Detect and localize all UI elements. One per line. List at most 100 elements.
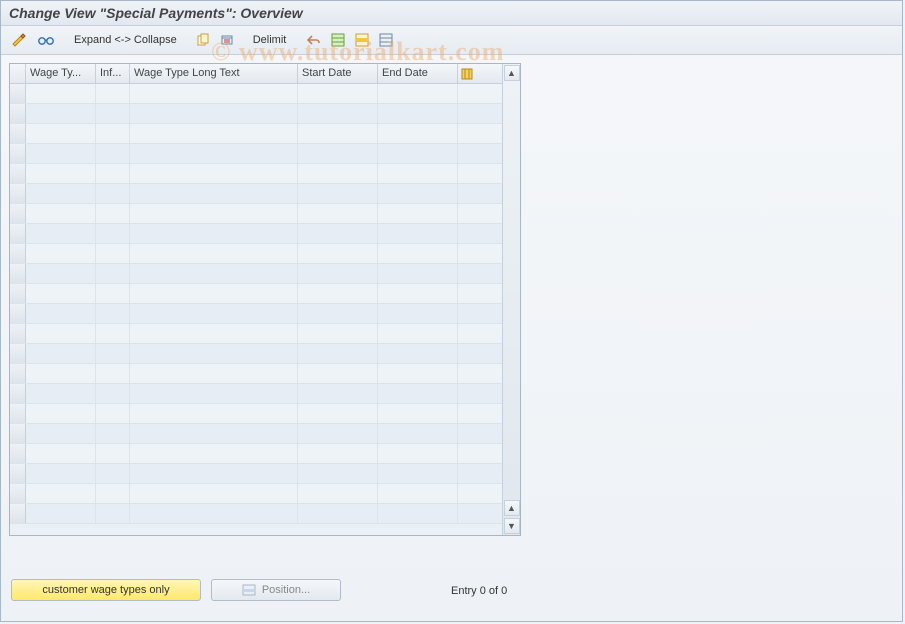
cell-inf[interactable] [96, 464, 130, 483]
cell-wage-type[interactable] [26, 324, 96, 343]
cell-long-text[interactable] [130, 164, 298, 183]
cell-inf[interactable] [96, 324, 130, 343]
table-row[interactable] [10, 324, 502, 344]
row-selector[interactable] [10, 224, 26, 243]
cell-end-date[interactable] [378, 284, 458, 303]
scroll-up-icon[interactable]: ▲ [504, 65, 520, 81]
cell-start-date[interactable] [298, 224, 378, 243]
row-selector[interactable] [10, 184, 26, 203]
row-selector[interactable] [10, 264, 26, 283]
table-row[interactable] [10, 444, 502, 464]
table-row[interactable] [10, 184, 502, 204]
cell-inf[interactable] [96, 284, 130, 303]
cell-inf[interactable] [96, 444, 130, 463]
cell-inf[interactable] [96, 344, 130, 363]
row-selector[interactable] [10, 304, 26, 323]
row-selector[interactable] [10, 484, 26, 503]
cell-start-date[interactable] [298, 344, 378, 363]
cell-inf[interactable] [96, 204, 130, 223]
delete-row-icon[interactable] [216, 30, 238, 50]
cell-wage-type[interactable] [26, 464, 96, 483]
row-selector[interactable] [10, 464, 26, 483]
table-row[interactable] [10, 384, 502, 404]
cell-wage-type[interactable] [26, 264, 96, 283]
copy-icon[interactable] [192, 30, 214, 50]
scroll-up2-icon[interactable]: ▲ [504, 500, 520, 516]
cell-end-date[interactable] [378, 444, 458, 463]
table-row[interactable] [10, 144, 502, 164]
table-row[interactable] [10, 344, 502, 364]
cell-start-date[interactable] [298, 304, 378, 323]
cell-wage-type[interactable] [26, 484, 96, 503]
cell-end-date[interactable] [378, 84, 458, 103]
cell-long-text[interactable] [130, 84, 298, 103]
row-selector[interactable] [10, 424, 26, 443]
scroll-down-icon[interactable]: ▼ [504, 518, 520, 534]
cell-wage-type[interactable] [26, 364, 96, 383]
undo-icon[interactable] [301, 30, 325, 50]
cell-long-text[interactable] [130, 144, 298, 163]
cell-start-date[interactable] [298, 204, 378, 223]
cell-wage-type[interactable] [26, 504, 96, 523]
cell-end-date[interactable] [378, 244, 458, 263]
cell-end-date[interactable] [378, 124, 458, 143]
cell-start-date[interactable] [298, 484, 378, 503]
expand-collapse-button[interactable]: Expand <-> Collapse [67, 30, 184, 50]
cell-long-text[interactable] [130, 384, 298, 403]
cell-start-date[interactable] [298, 164, 378, 183]
cell-inf[interactable] [96, 384, 130, 403]
cell-start-date[interactable] [298, 144, 378, 163]
cell-long-text[interactable] [130, 304, 298, 323]
col-start-date[interactable]: Start Date [298, 64, 378, 83]
row-selector[interactable] [10, 244, 26, 263]
cell-start-date[interactable] [298, 444, 378, 463]
cell-inf[interactable] [96, 144, 130, 163]
cell-end-date[interactable] [378, 304, 458, 323]
cell-inf[interactable] [96, 364, 130, 383]
toggle-edit-icon[interactable] [7, 30, 31, 50]
cell-long-text[interactable] [130, 484, 298, 503]
table-row[interactable] [10, 364, 502, 384]
row-selector[interactable] [10, 104, 26, 123]
table-row[interactable] [10, 84, 502, 104]
row-selector[interactable] [10, 324, 26, 343]
select-all-icon[interactable] [327, 30, 349, 50]
cell-wage-type[interactable] [26, 84, 96, 103]
table-row[interactable] [10, 204, 502, 224]
cell-end-date[interactable] [378, 144, 458, 163]
cell-inf[interactable] [96, 104, 130, 123]
cell-end-date[interactable] [378, 324, 458, 343]
cell-wage-type[interactable] [26, 224, 96, 243]
cell-long-text[interactable] [130, 204, 298, 223]
col-long-text[interactable]: Wage Type Long Text [130, 64, 298, 83]
cell-wage-type[interactable] [26, 404, 96, 423]
row-selector[interactable] [10, 384, 26, 403]
row-selector[interactable] [10, 204, 26, 223]
cell-inf[interactable] [96, 244, 130, 263]
cell-long-text[interactable] [130, 124, 298, 143]
cell-long-text[interactable] [130, 324, 298, 343]
cell-start-date[interactable] [298, 84, 378, 103]
row-selector[interactable] [10, 284, 26, 303]
table-row[interactable] [10, 284, 502, 304]
row-selector[interactable] [10, 344, 26, 363]
table-row[interactable] [10, 484, 502, 504]
cell-start-date[interactable] [298, 264, 378, 283]
table-row[interactable] [10, 304, 502, 324]
cell-start-date[interactable] [298, 464, 378, 483]
cell-wage-type[interactable] [26, 304, 96, 323]
customer-wage-types-button[interactable]: customer wage types only [11, 579, 201, 601]
glasses-selection-icon[interactable] [33, 30, 59, 50]
cell-start-date[interactable] [298, 124, 378, 143]
cell-start-date[interactable] [298, 404, 378, 423]
cell-long-text[interactable] [130, 344, 298, 363]
deselect-all-icon[interactable] [375, 30, 397, 50]
cell-end-date[interactable] [378, 224, 458, 243]
col-end-date[interactable]: End Date [378, 64, 458, 83]
cell-end-date[interactable] [378, 344, 458, 363]
cell-long-text[interactable] [130, 104, 298, 123]
position-button[interactable]: Position... [211, 579, 341, 601]
cell-start-date[interactable] [298, 104, 378, 123]
cell-wage-type[interactable] [26, 424, 96, 443]
cell-wage-type[interactable] [26, 204, 96, 223]
